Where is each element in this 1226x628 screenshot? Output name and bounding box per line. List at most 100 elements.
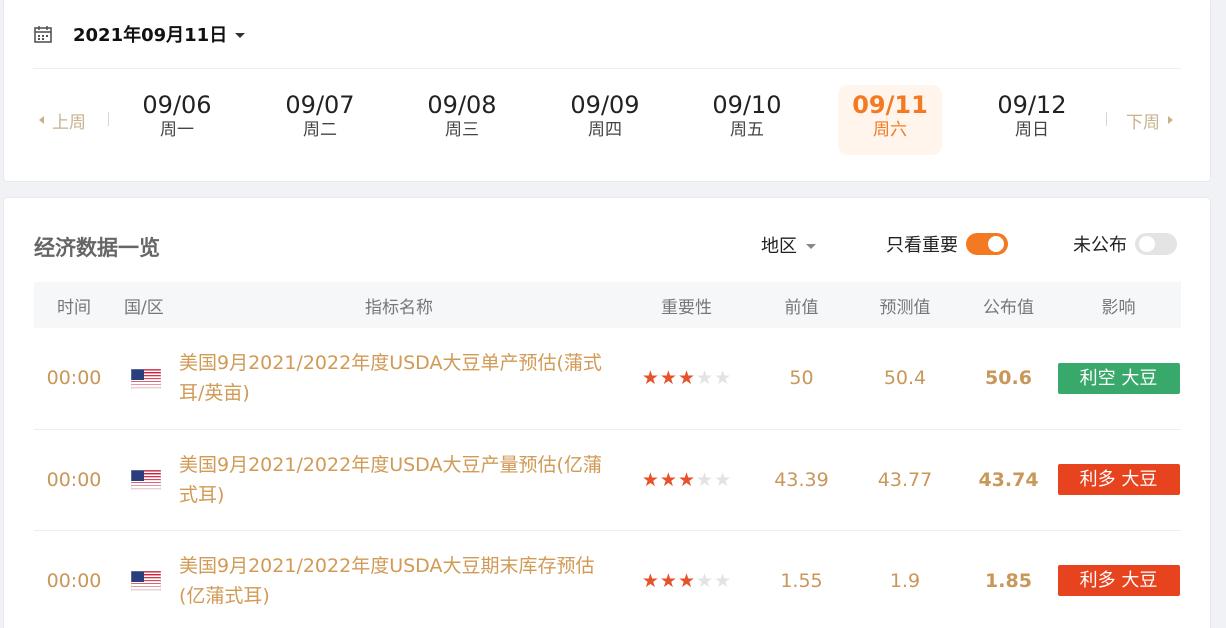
indicator-name[interactable]: 美国9月2021/2022年度USDA大豆单产预估(蒲式耳/英亩) (179, 328, 619, 429)
day-date: 09/12 (997, 91, 1067, 119)
selected-date[interactable]: 2021年09月11日 (73, 21, 227, 47)
next-week-label: 下周 (1126, 112, 1160, 133)
unpublished-filter: 未公布 (1073, 231, 1177, 257)
day-date: 09/08 (427, 91, 497, 119)
us-flag-icon (130, 469, 162, 491)
section-title: 经济数据一览 (34, 236, 160, 260)
star-icon: ★ (696, 367, 714, 390)
star-icon: ★ (677, 468, 696, 491)
impact-badge: 利空 大豆 (1057, 362, 1180, 394)
unpublished-toggle[interactable] (1135, 233, 1177, 255)
actual-value: 43.74 (978, 468, 1039, 491)
impact-badge: 利多 大豆 (1057, 464, 1180, 495)
day-weekday: 周一 (160, 120, 194, 140)
star-icon: ★ (659, 367, 677, 390)
day-weekday: 周日 (1015, 120, 1049, 140)
toggle-knob (988, 236, 1004, 252)
us-flag-icon (130, 570, 162, 592)
importance-cell: ★ ★ ★ ★ ★ (619, 328, 754, 429)
important-only-toggle[interactable] (966, 233, 1008, 255)
divider (108, 112, 109, 126)
chevron-down-icon (806, 243, 816, 249)
table-row[interactable]: 00:00 美国9月2021/2022年度USDA大豆期末库存预估(亿蒲式耳) ★ ★… (34, 530, 1181, 628)
star-icon: ★ (677, 569, 696, 592)
impact-badge: 利多 大豆 (1057, 565, 1180, 596)
day-tab-09-06[interactable]: 09/06 周一 (125, 85, 229, 155)
actual-value: 50.6 (985, 367, 1032, 390)
previous-value: 43.39 (774, 468, 829, 491)
impact-cell: 利多 大豆 (1056, 429, 1181, 530)
star-icon: ★ (696, 468, 714, 491)
day-tab-09-08[interactable]: 09/08 周三 (410, 85, 514, 155)
day-tab-09-09[interactable]: 09/09 周四 (553, 85, 657, 155)
unpublished-label: 未公布 (1073, 235, 1127, 256)
region-label: 地区 (761, 236, 797, 257)
star-icon: ★ (677, 367, 696, 390)
forecast-value: 50.4 (883, 367, 927, 390)
prev-week-button[interactable]: 上周 (39, 97, 86, 143)
economic-data-table: 时间 国/区 指标名称 重要性 前值 预测值 公布值 影响 00:00 美国9月2… (34, 282, 1181, 628)
next-week-button[interactable]: 下周 (1126, 97, 1173, 143)
column-header: 公布值 (983, 297, 1034, 318)
day-tab-09-11[interactable]: 09/11 周六 (838, 85, 942, 155)
star-icon: ★ (659, 468, 677, 491)
toggle-knob (1139, 236, 1155, 252)
star-icon: ★ (714, 468, 732, 491)
region-filter[interactable]: 地区 (761, 232, 816, 258)
economic-data-card: 经济数据一览 地区 只看重要 未公布 时间 国/区 指标名称 重要性 前值 预测… (3, 197, 1211, 628)
day-date: 09/10 (712, 91, 782, 119)
forecast-value: 1.9 (889, 569, 921, 592)
day-weekday: 周六 (873, 120, 907, 140)
importance-stars: ★ ★ ★ ★ ★ (641, 569, 732, 592)
star-icon: ★ (714, 367, 732, 390)
important-only-label: 只看重要 (886, 235, 958, 256)
table-header-row: 时间 国/区 指标名称 重要性 前值 预测值 公布值 影响 (34, 282, 1181, 328)
chevron-left-icon (39, 116, 44, 124)
star-icon: ★ (696, 569, 714, 592)
day-weekday: 周五 (730, 120, 764, 140)
time-cell: 00:00 (46, 569, 102, 592)
calendar-icon (34, 26, 52, 43)
divider (33, 68, 1181, 69)
day-tab-09-10[interactable]: 09/10 周五 (695, 85, 799, 155)
divider (1106, 112, 1107, 126)
day-weekday: 周四 (588, 120, 622, 140)
day-date: 09/06 (142, 91, 212, 119)
table-row[interactable]: 00:00 美国9月2021/2022年度USDA大豆产量预估(亿蒲式耳) ★ ★ ★ ★… (34, 429, 1181, 530)
day-tab-09-07[interactable]: 09/07 周二 (268, 85, 372, 155)
previous-value: 50 (789, 367, 814, 390)
actual-value: 1.85 (985, 569, 1032, 592)
star-icon: ★ (659, 569, 677, 592)
column-header: 前值 (784, 297, 819, 318)
prev-week-label: 上周 (52, 112, 86, 133)
column-header: 重要性 (661, 297, 712, 318)
column-header: 预测值 (879, 297, 931, 318)
star-icon: ★ (641, 367, 659, 390)
us-flag-icon (130, 368, 162, 390)
country-cell (114, 429, 179, 530)
day-weekday: 周三 (445, 120, 479, 140)
day-date: 09/09 (570, 91, 640, 119)
impact-cell: 利空 大豆 (1056, 328, 1181, 429)
indicator-name[interactable]: 美国9月2021/2022年度USDA大豆期末库存预估(亿蒲式耳) (179, 530, 619, 628)
indicator-name[interactable]: 美国9月2021/2022年度USDA大豆产量预估(亿蒲式耳) (179, 429, 619, 530)
column-header: 影响 (1101, 297, 1136, 318)
importance-stars: ★ ★ ★ ★ ★ (642, 369, 731, 388)
table-row[interactable]: 00:00 美国9月2021/2022年度USDA大豆单产预估(蒲式耳/英亩) ★ ★… (34, 328, 1181, 429)
day-date: 09/07 (285, 91, 355, 119)
impact-cell: 利多 大豆 (1056, 530, 1181, 628)
day-tab-09-12[interactable]: 09/12 周日 (980, 85, 1084, 155)
date-picker[interactable]: 2021年09月11日 (33, 21, 246, 47)
star-icon: ★ (714, 569, 732, 592)
time-cell: 00:00 (46, 367, 102, 390)
importance-cell: ★ ★ ★ ★ ★ (619, 530, 754, 628)
date-selector-card: 2021年09月11日 上周 09/06 周一 09/07 周二 09/08 周三 09/0… (3, 0, 1211, 182)
importance-stars: ★ ★ ★ ★ ★ (642, 468, 732, 491)
star-icon: ★ (641, 569, 659, 592)
day-weekday: 周二 (303, 120, 337, 140)
time-cell: 00:00 (46, 468, 102, 491)
forecast-value: 43.77 (877, 468, 933, 491)
chevron-right-icon (1168, 116, 1173, 124)
column-header: 指标名称 (365, 297, 433, 318)
chevron-down-icon[interactable] (235, 32, 246, 38)
